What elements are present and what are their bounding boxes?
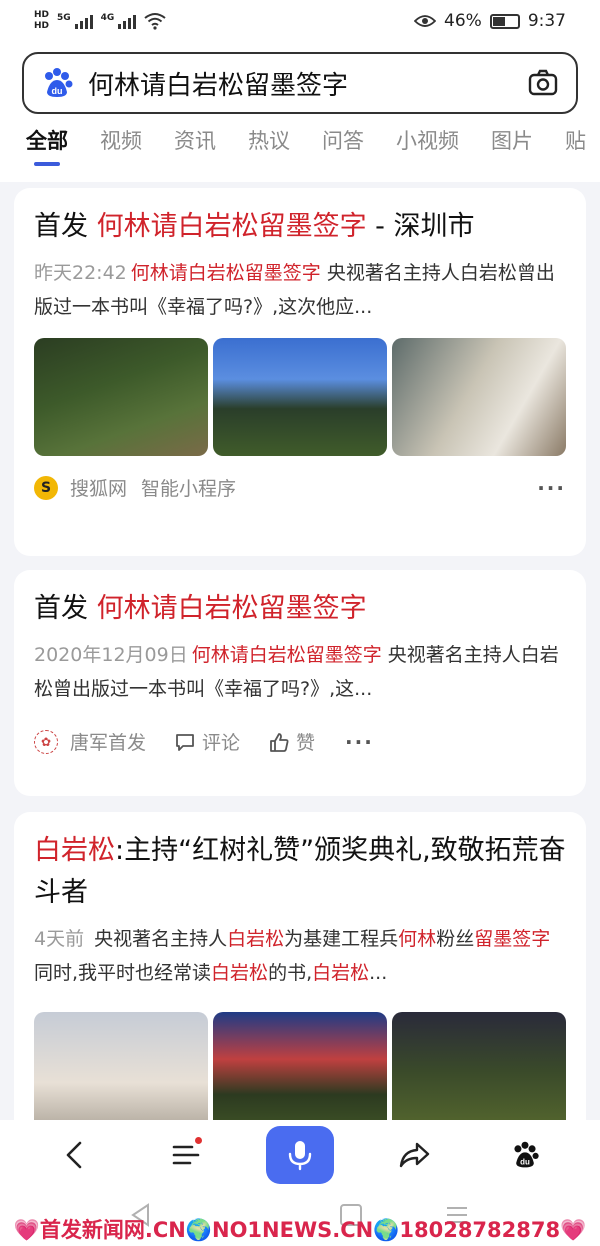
result-title[interactable]: 白岩松:主持“红树礼赞”颁奖典礼,致敬拓荒奋斗者: [34, 830, 566, 914]
sohu-logo-icon: S: [34, 475, 58, 500]
result-tabs: 全部 视频 资讯 热议 问答 小视频 图片 贴: [26, 126, 586, 170]
battery-icon: [489, 13, 520, 29]
svg-text:du: du: [520, 1158, 530, 1167]
result-title[interactable]: 首发 何林请白岩松留墨签字: [34, 588, 566, 630]
baidu-home-button[interactable]: du: [495, 1125, 555, 1185]
result-snippet: 2020年12月09日 何林请白岩松留墨签字 央视著名主持人白岩松曾出版过一本书叫…: [34, 644, 559, 700]
comment-icon: [176, 733, 194, 751]
source-logo-icon: ✿: [34, 729, 58, 754]
voice-search-button[interactable]: [265, 1126, 334, 1184]
camera-icon[interactable]: [526, 66, 560, 100]
tab-images[interactable]: 图片: [491, 126, 533, 170]
tab-tieba[interactable]: 贴: [565, 126, 586, 170]
result-snippet: 昨天22:42 何林请白岩松留墨签字 央视著名主持人白岩松曾出版过一本书叫《幸福了…: [34, 262, 555, 318]
thumbs-up-icon: [270, 732, 289, 752]
comment-button[interactable]: 评论: [174, 728, 240, 755]
tab-video[interactable]: 视频: [100, 126, 142, 170]
bottom-nav: du: [0, 1120, 600, 1190]
more-options-icon[interactable]: ···: [345, 730, 374, 754]
tab-qa[interactable]: 问答: [322, 126, 364, 170]
result-snippet: 4天前 央视著名主持人白岩松为基建工程兵何林粉丝留墨签字 同时,我平时也经常读白…: [34, 928, 551, 984]
result-source-row: S 搜狐网 智能小程序 ···: [34, 474, 566, 501]
watermark-text: 💗首发新闻网.CN🌍NO1NEWS.CN🌍18028782878💗: [13, 1218, 587, 1242]
svg-text:du: du: [52, 86, 63, 96]
result-image[interactable]: [392, 338, 566, 456]
share-icon: [400, 1142, 430, 1168]
tab-all[interactable]: 全部: [26, 126, 68, 170]
mini-program-label: 智能小程序: [141, 478, 237, 500]
search-input[interactable]: du 何林请白岩松留墨签字: [22, 52, 578, 114]
result-date: 2020年12月09日: [34, 644, 188, 666]
signal-icon-2: 4G: [101, 13, 137, 29]
back-icon: [66, 1141, 82, 1169]
eye-icon: [414, 15, 437, 27]
result-image[interactable]: [34, 1012, 208, 1130]
share-button[interactable]: [384, 1125, 444, 1185]
result-title[interactable]: 首发 何林请白岩松留墨签字 - 深圳市: [34, 206, 566, 248]
search-header: du 何林请白岩松留墨签字 全部 视频 资讯 热议 问答 小视频 图片 贴: [0, 42, 600, 182]
result-source-row: ✿ 唐军首发 评论 赞 ···: [34, 728, 566, 755]
clock: 9:37: [527, 11, 566, 31]
menu-icon: [172, 1145, 199, 1165]
result-card[interactable]: 首发 何林请白岩松留墨签字 - 深圳市 昨天22:42 何林请白岩松留墨签字 央视…: [14, 188, 586, 556]
source-name[interactable]: 搜狐网: [70, 474, 127, 501]
more-options-icon[interactable]: ···: [537, 476, 566, 500]
signal-icon: 5G: [57, 13, 93, 29]
result-images: [34, 338, 566, 456]
back-button[interactable]: [45, 1125, 105, 1185]
like-button[interactable]: 赞: [268, 728, 315, 755]
wifi-icon: [144, 13, 166, 30]
result-image[interactable]: [392, 1012, 566, 1130]
battery-percent: 46%: [444, 11, 482, 31]
result-card[interactable]: 首发 何林请白岩松留墨签字 2020年12月09日 何林请白岩松留墨签字 央视著名…: [14, 570, 586, 796]
search-query: 何林请白岩松留墨签字: [88, 70, 349, 101]
result-image[interactable]: [213, 338, 387, 456]
source-name[interactable]: 唐军首发: [70, 728, 146, 755]
mic-icon: [288, 1141, 312, 1171]
menu-button[interactable]: [156, 1125, 216, 1185]
notification-dot: [194, 1137, 202, 1144]
result-images: [34, 1012, 566, 1130]
hd-indicator: HD HD: [34, 10, 50, 31]
baidu-home-icon: du: [514, 1141, 539, 1168]
result-image[interactable]: [34, 338, 208, 456]
status-bar: HD HD 5G 4G 46% 9:37: [0, 0, 600, 42]
result-date: 昨天22:42: [34, 262, 127, 284]
result-card[interactable]: 白岩松:主持“红树礼赞”颁奖典礼,致敬拓荒奋斗者 4天前 央视著名主持人白岩松为…: [14, 812, 586, 1152]
result-date: 4天前: [34, 928, 85, 950]
tab-hot[interactable]: 热议: [248, 126, 290, 170]
tab-news[interactable]: 资讯: [174, 126, 216, 170]
baidu-paw-icon: du: [45, 68, 73, 97]
tab-short-video[interactable]: 小视频: [396, 126, 459, 170]
result-image[interactable]: [213, 1012, 387, 1130]
